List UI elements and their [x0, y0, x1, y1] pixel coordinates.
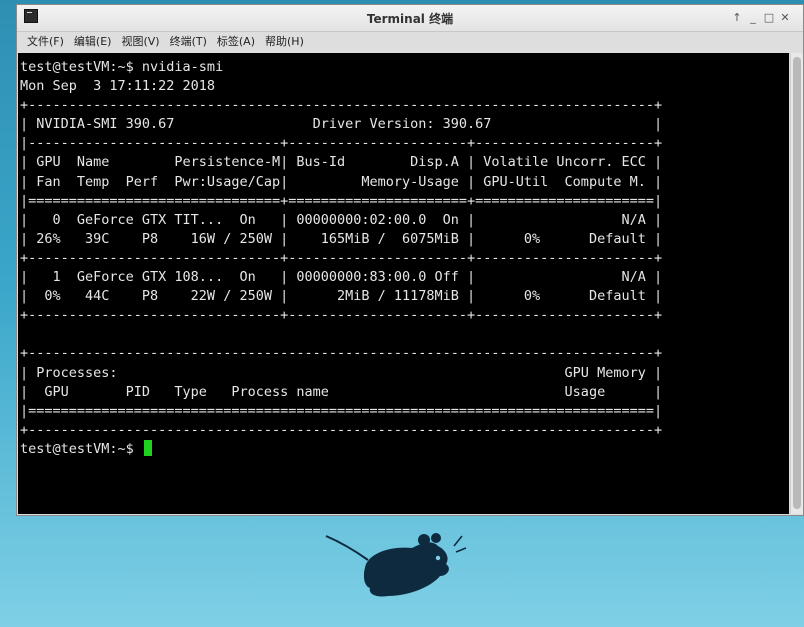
terminal-text: test@testVM:~$ nvidia-smi Mon Sep 3 17:1… — [20, 59, 663, 438]
menu-file[interactable]: 文件(F) — [27, 32, 64, 51]
text-cursor — [143, 440, 152, 456]
menu-terminal[interactable]: 终端(T) — [170, 32, 207, 51]
window-title: Terminal 终端 — [366, 12, 454, 26]
title-bar[interactable]: Terminal 终端 ↑ _ □ ✕ — [17, 5, 803, 32]
menu-view[interactable]: 视图(V) — [121, 32, 159, 51]
xfce-mouse-logo-icon — [325, 533, 467, 597]
window-controls: ↑ _ □ ✕ — [729, 10, 793, 26]
menu-tabs[interactable]: 标签(A) — [217, 32, 255, 51]
terminal-window: Terminal 终端 ↑ _ □ ✕ 文件(F) 编辑(E) 视图(V) 终端… — [16, 4, 804, 516]
scrollbar-thumb[interactable] — [793, 57, 801, 509]
maximize-icon[interactable]: □ — [761, 10, 777, 26]
menu-edit[interactable]: 编辑(E) — [74, 32, 112, 51]
command-prompt[interactable]: test@testVM:~$ — [20, 440, 152, 459]
menu-help[interactable]: 帮助(H) — [265, 32, 304, 51]
menu-bar: 文件(F) 编辑(E) 视图(V) 终端(T) 标签(A) 帮助(H) — [17, 32, 803, 51]
close-icon[interactable]: ✕ — [777, 10, 793, 26]
minimize-icon[interactable]: _ — [745, 10, 761, 26]
vertical-scrollbar[interactable] — [790, 53, 803, 514]
keep-above-icon[interactable]: ↑ — [729, 10, 745, 26]
prompt-text: test@testVM:~$ — [20, 441, 142, 457]
terminal-output[interactable]: test@testVM:~$ nvidia-smi Mon Sep 3 17:1… — [18, 53, 789, 514]
